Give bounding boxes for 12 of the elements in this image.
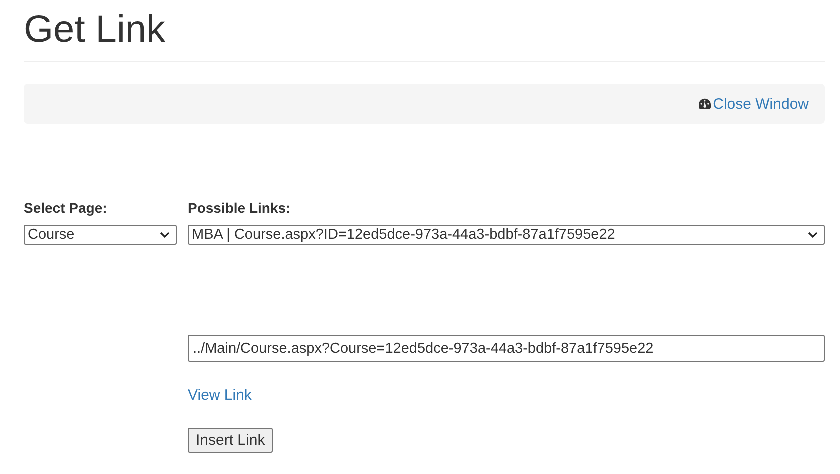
field-label: Select Page:: [24, 200, 108, 216]
view-link[interactable]: View Link: [188, 387, 252, 404]
link-field[interactable]: ../Main/Course.aspx?Course=12ed5dce-973a-44a3-bdbf-87a1f7595e22: [188, 335, 825, 362]
field-label: Possible Links:: [188, 200, 291, 216]
close-window-link[interactable]: Close Window: [698, 96, 809, 112]
links-select[interactable]: MBA | Course.aspx?ID=12ed5dce-973a-44a3-bdbf-87a1f7595e22: [188, 225, 825, 245]
chevron-icon: [160, 232, 170, 238]
dashboard-icon: [698, 98, 712, 110]
page-select[interactable]: Course: [24, 225, 177, 245]
chevron-icon: [808, 232, 818, 238]
insert-link-button[interactable]: Insert Link: [188, 428, 274, 453]
page-title: Get Link: [24, 8, 166, 52]
